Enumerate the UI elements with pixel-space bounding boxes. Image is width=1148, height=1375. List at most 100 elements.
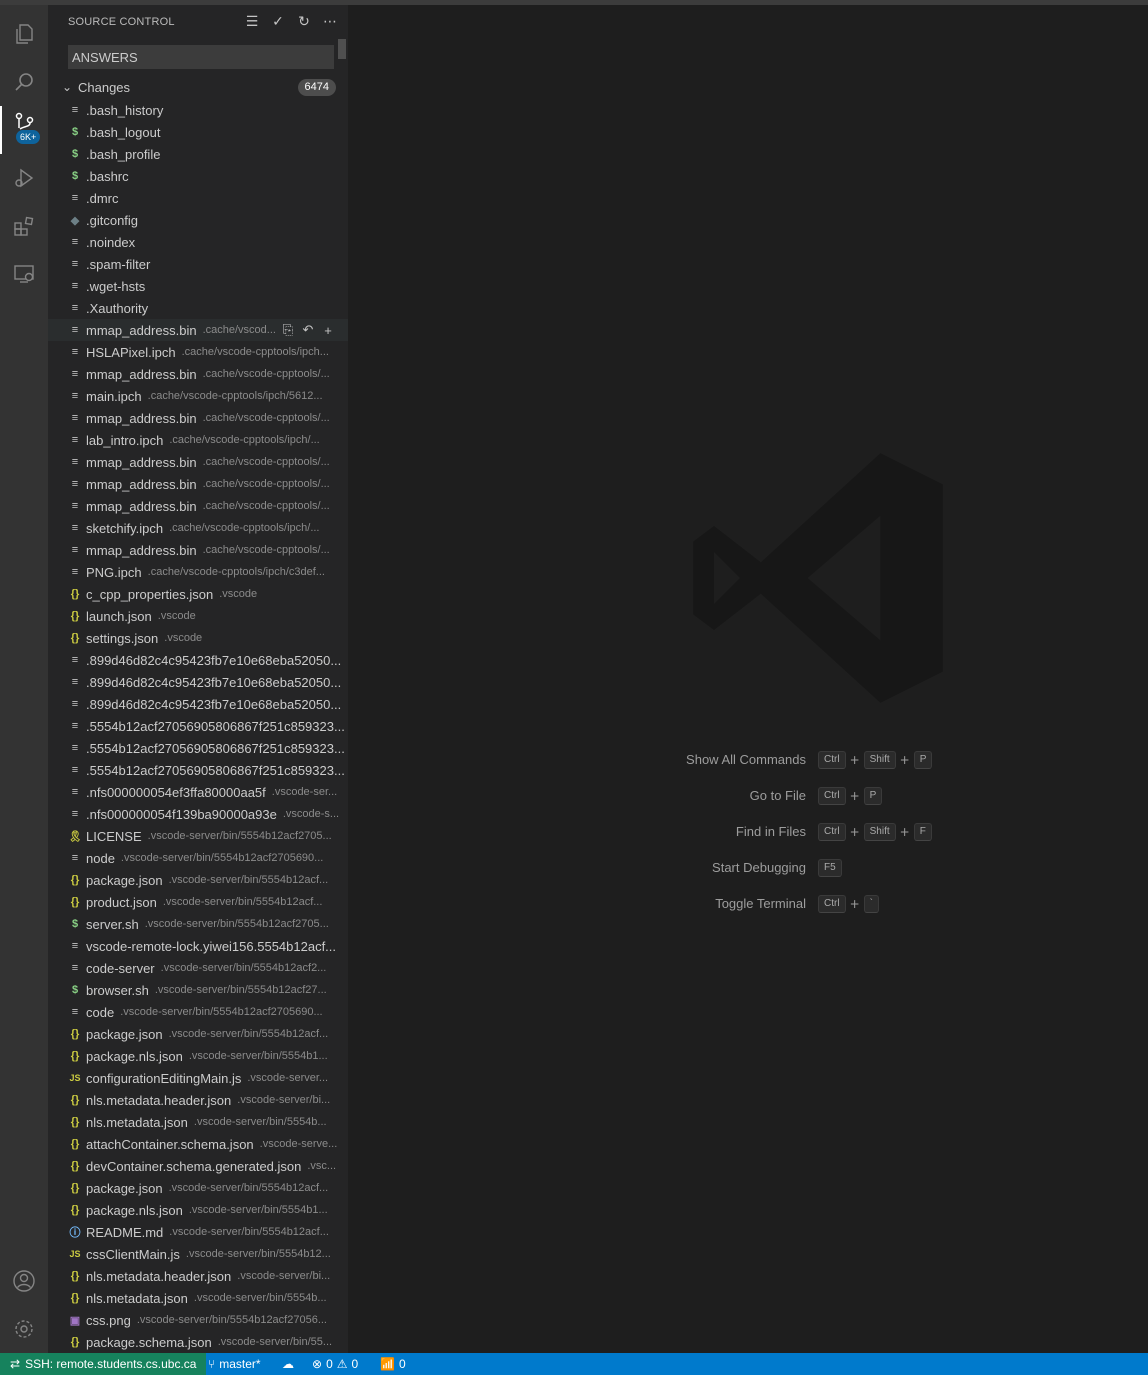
changed-file-row[interactable]: {} devContainer.schema.generated.json .vsc… — [48, 1155, 348, 1177]
shortcut-label[interactable]: Show All Commands — [648, 749, 818, 771]
shortcut-label[interactable]: Go to File — [648, 785, 818, 807]
remote-explorer-icon[interactable] — [0, 250, 48, 298]
extensions-icon[interactable] — [0, 202, 48, 250]
run-debug-icon[interactable] — [0, 154, 48, 202]
keycap: Ctrl — [818, 751, 846, 769]
explorer-icon[interactable] — [0, 10, 48, 58]
changed-file-row[interactable]: {} nls.metadata.header.json .vscode-server… — [48, 1089, 348, 1111]
changed-file-row[interactable]: ≡ mmap_address.bin .cache/vscode-cpptools/… — [48, 539, 348, 561]
branch-indicator[interactable]: ⑂ master* — [208, 1353, 261, 1375]
changed-file-row[interactable]: {} settings.json .vscode — [48, 627, 348, 649]
file-name: css.png — [86, 1312, 131, 1328]
changed-file-row[interactable]: $ .bashrc — [48, 165, 348, 187]
changed-file-row[interactable]: ≡ vscode-remote-lock.yiwei156.5554b12acf.… — [48, 935, 348, 957]
remote-host-label: SSH: remote.students.cs.ubc.ca — [25, 1357, 197, 1371]
remote-indicator[interactable]: ⇄ SSH: remote.students.cs.ubc.ca — [0, 1353, 207, 1375]
view-as-tree-icon[interactable]: ☰ — [244, 13, 260, 31]
changed-file-row[interactable]: {} package.json .vscode-server/bin/5554b12… — [48, 1177, 348, 1199]
changed-file-row[interactable]: $ .bash_logout — [48, 121, 348, 143]
changed-file-row[interactable]: {} nls.metadata.json .vscode-server/bin/55… — [48, 1111, 348, 1133]
source-control-panel: SOURCE CONTROL ☰ ✓ ↻ ⋯ ⌄ Changes 6474 ≡.… — [48, 5, 348, 1353]
keycap: Shift — [863, 823, 896, 841]
changed-file-row[interactable]: ≡ .899d46d82c4c95423fb7e10e68eba52050... — [48, 693, 348, 715]
changed-file-row[interactable]: ≡ .5554b12acf27056905806867f251c859323... — [48, 759, 348, 781]
changed-file-row[interactable]: ≡ .bash_history — [48, 99, 348, 121]
changed-file-row[interactable]: ≡ .Xauthority — [48, 297, 348, 319]
changed-file-row[interactable]: {} package.json .vscode-server/bin/5554b12… — [48, 869, 348, 891]
commit-message-input[interactable] — [68, 45, 334, 69]
changed-file-row[interactable]: ▣ css.png .vscode-server/bin/5554b12acf270… — [48, 1309, 348, 1331]
changed-file-row[interactable]: ≡ sketchify.ipch .cache/vscode-cpptools/ip… — [48, 517, 348, 539]
javascript-file-icon: JS — [69, 1073, 81, 1083]
changed-file-row[interactable]: ≡ mmap_address.bin .cache/vscode-cpptools/… — [48, 451, 348, 473]
changed-file-row[interactable]: ◆ .gitconfig — [48, 209, 348, 231]
changed-file-row[interactable]: ≡ lab_intro.ipch .cache/vscode-cpptools/ip… — [48, 429, 348, 451]
javascript-file-icon: JS — [69, 1249, 81, 1259]
scrollbar-thumb[interactable] — [338, 39, 346, 59]
source-control-icon[interactable]: 6K+ — [0, 106, 48, 154]
changed-file-row[interactable]: $ server.sh .vscode-server/bin/5554b12acf2… — [48, 913, 348, 935]
shortcut-label[interactable]: Toggle Terminal — [648, 893, 818, 915]
changed-file-row[interactable]: {} package.nls.json .vscode-server/bin/555… — [48, 1045, 348, 1067]
changed-file-row[interactable]: ≡ .899d46d82c4c95423fb7e10e68eba52050... — [48, 649, 348, 671]
status-bar: ⇄ SSH: remote.students.cs.ubc.ca ⑂ maste… — [0, 1353, 1148, 1375]
changed-file-row[interactable]: ≡ .wget-hsts — [48, 275, 348, 297]
changed-file-row[interactable]: JS cssClientMain.js .vscode-server/bin/555… — [48, 1243, 348, 1265]
changed-file-row[interactable]: ≡ .dmrc — [48, 187, 348, 209]
changed-file-row[interactable]: ≡ .899d46d82c4c95423fb7e10e68eba52050... — [48, 671, 348, 693]
changed-file-row[interactable]: ≡ .5554b12acf27056905806867f251c859323... — [48, 715, 348, 737]
stage-changes-icon[interactable]: + — [320, 321, 336, 339]
file-name: .wget-hsts — [86, 278, 146, 294]
changes-list: ≡ .bash_history $ .bash_logout $ .bash_profil… — [48, 99, 348, 1353]
search-icon[interactable] — [0, 58, 48, 106]
file-name: package.json — [86, 1026, 163, 1042]
file-name: mmap_address.bin — [86, 410, 197, 426]
discard-changes-icon[interactable]: ↶ — [300, 321, 316, 339]
more-actions-icon[interactable]: ⋯ — [322, 13, 338, 31]
account-icon[interactable] — [0, 1257, 48, 1305]
settings-gear-icon[interactable] — [0, 1305, 48, 1353]
changed-file-row[interactable]: {} package.json .vscode-server/bin/5554b12… — [48, 1023, 348, 1045]
changed-file-row[interactable]: ≡ main.ipch .cache/vscode-cpptools/ipch/56… — [48, 385, 348, 407]
changed-file-row[interactable]: ≡ .5554b12acf27056905806867f251c859323... — [48, 737, 348, 759]
changed-file-row[interactable]: ≡ .nfs000000054f139ba90000a93e .vscode-s..… — [48, 803, 348, 825]
changed-file-row[interactable]: ≡ .spam-filter — [48, 253, 348, 275]
changed-file-row[interactable]: ≡ HSLAPixel.ipch .cache/vscode-cpptools/ip… — [48, 341, 348, 363]
changed-file-row[interactable]: ≡ mmap_address.bin .cache/vscode-cpptools/… — [48, 363, 348, 385]
shortcut-label[interactable]: Find in Files — [648, 821, 818, 843]
changed-file-row[interactable]: ≡ .noindex — [48, 231, 348, 253]
changed-file-row[interactable]: ⓘ README.md .vscode-server/bin/5554b12acf.… — [48, 1221, 348, 1243]
sync-button[interactable]: ☁ — [282, 1353, 294, 1375]
changed-file-row[interactable]: ≡ mmap_address.bin .cache/vscod... ⎘ ↶ + — [48, 319, 348, 341]
changed-file-row[interactable]: $ .bash_profile — [48, 143, 348, 165]
changed-file-row[interactable]: ≡ node .vscode-server/bin/5554b12acf270569… — [48, 847, 348, 869]
changed-file-row[interactable]: JS configurationEditingMain.js .vscode-ser… — [48, 1067, 348, 1089]
changed-file-row[interactable]: {} c_cpp_properties.json .vscode — [48, 583, 348, 605]
open-file-icon[interactable]: ⎘ — [280, 321, 296, 339]
problems-indicator[interactable]: ⊗ 0 ⚠ 0 — [312, 1353, 358, 1375]
changed-file-row[interactable]: 🎗 LICENSE .vscode-server/bin/5554b12acf270… — [48, 825, 348, 847]
changed-file-row[interactable]: ≡ code-server .vscode-server/bin/5554b12ac… — [48, 957, 348, 979]
text-file-icon: ≡ — [71, 698, 79, 710]
commit-check-icon[interactable]: ✓ — [270, 13, 286, 31]
ports-antenna-icon: 📶 — [380, 1357, 395, 1371]
changed-file-row[interactable]: $ browser.sh .vscode-server/bin/5554b12acf… — [48, 979, 348, 1001]
changed-file-row[interactable]: {} nls.metadata.json .vscode-server/bin/55… — [48, 1287, 348, 1309]
changed-file-row[interactable]: ≡ code .vscode-server/bin/5554b12acf270569… — [48, 1001, 348, 1023]
refresh-icon[interactable]: ↻ — [296, 13, 312, 31]
changed-file-row[interactable]: {} product.json .vscode-server/bin/5554b12… — [48, 891, 348, 913]
shortcut-label[interactable]: Start Debugging — [648, 857, 818, 879]
changed-file-row[interactable]: ≡ mmap_address.bin .cache/vscode-cpptools/… — [48, 473, 348, 495]
changed-file-row[interactable]: ≡ PNG.ipch .cache/vscode-cpptools/ipch/c3d… — [48, 561, 348, 583]
file-name: .899d46d82c4c95423fb7e10e68eba52050... — [86, 674, 342, 690]
changed-file-row[interactable]: ≡ mmap_address.bin .cache/vscode-cpptools/… — [48, 495, 348, 517]
changed-file-row[interactable]: {} nls.metadata.header.json .vscode-server… — [48, 1265, 348, 1287]
ports-indicator[interactable]: 📶 0 — [380, 1353, 406, 1375]
changed-file-row[interactable]: {} package.nls.json .vscode-server/bin/555… — [48, 1199, 348, 1221]
changed-file-row[interactable]: {} package.schema.json .vscode-server/bin/… — [48, 1331, 348, 1353]
changes-group-header[interactable]: ⌄ Changes 6474 — [48, 77, 348, 99]
changed-file-row[interactable]: {} launch.json .vscode — [48, 605, 348, 627]
changed-file-row[interactable]: {} attachContainer.schema.json .vscode-ser… — [48, 1133, 348, 1155]
changed-file-row[interactable]: ≡ mmap_address.bin .cache/vscode-cpptools/… — [48, 407, 348, 429]
changed-file-row[interactable]: ≡ .nfs000000054ef3ffa80000aa5f .vscode-ser… — [48, 781, 348, 803]
